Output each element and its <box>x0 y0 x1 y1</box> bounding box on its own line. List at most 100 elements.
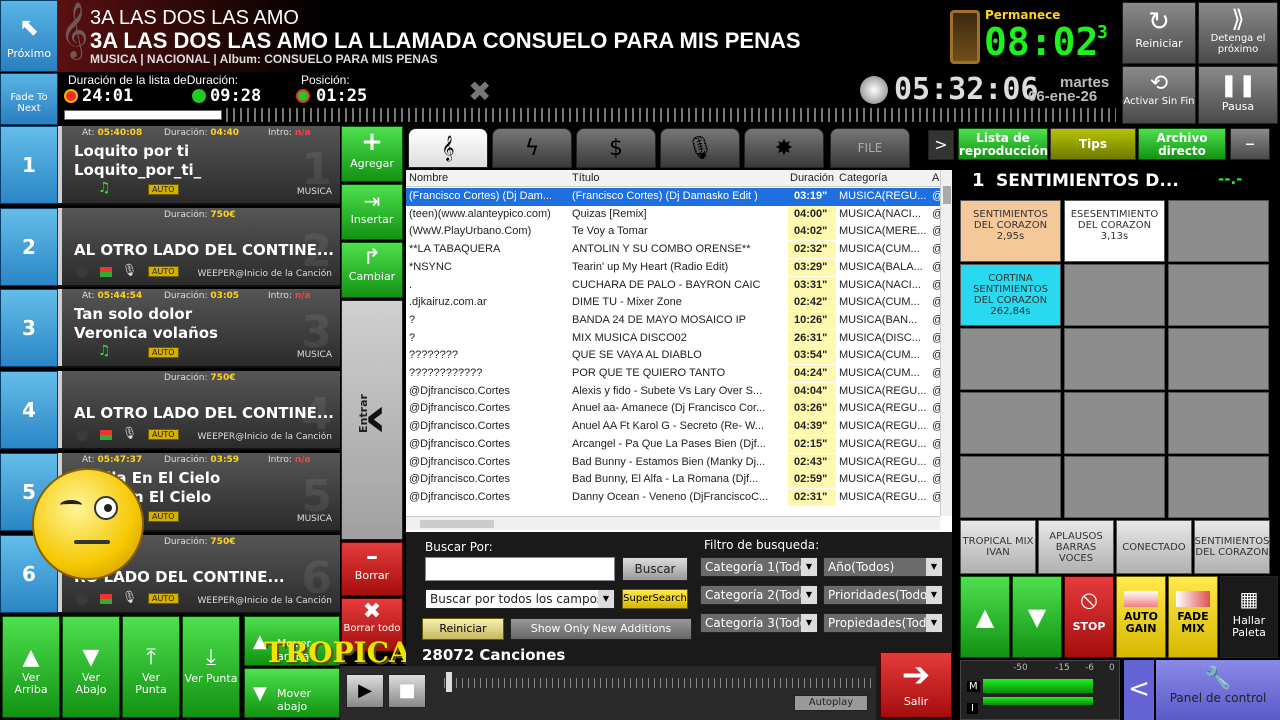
borrar-button[interactable]: – Borrar <box>341 542 403 596</box>
agregar-button[interactable]: + Agregar <box>341 126 403 182</box>
search-scope-select[interactable]: Buscar por todos los campos ▼ <box>425 589 615 609</box>
cart-category-tab[interactable]: SENTIMIENTOS DEL CORAZON <box>1194 520 1270 574</box>
col-nombre[interactable]: Nombre <box>409 172 448 184</box>
new-additions-button[interactable]: Show Only New Additions <box>510 618 692 640</box>
lista-reproduccion-button[interactable]: Lista de reproducción <box>958 128 1048 160</box>
table-row[interactable]: @Djfrancisco.Cortes Bad Bunny - Estamos B… <box>406 453 940 472</box>
cart-cell[interactable] <box>1064 264 1165 326</box>
auto-gain-button[interactable]: AUTO GAIN <box>1116 576 1166 658</box>
salir-button[interactable]: ➔ Salir <box>880 652 952 718</box>
hallar-paleta-button[interactable]: ▦ Hallar Paleta <box>1220 576 1278 658</box>
queue-number-2[interactable]: 2 <box>0 207 58 286</box>
categoria2-select[interactable]: Categoría 2(Todos) ▼ <box>700 585 818 605</box>
play-button[interactable]: ▶ <box>346 674 384 708</box>
table-row[interactable]: **LA TABAQUERA ANTOLIN Y SU COMBO ORENSE*… <box>406 241 940 259</box>
cart-category-tab[interactable]: APLAUSOS BARRAS VOCES <box>1038 520 1114 574</box>
table-row[interactable]: @Djfrancisco.Cortes Alexis y fido - Subet… <box>406 382 940 401</box>
stop-preview-button[interactable]: ■ <box>388 674 426 708</box>
stop-button[interactable]: ⦸ STOP <box>1064 576 1114 658</box>
col-categoria[interactable]: Categoría <box>839 172 887 184</box>
cart-category-tab[interactable]: TROPICAL MIX IVAN <box>960 520 1036 574</box>
tab-file[interactable]: FILE <box>830 128 910 168</box>
detenga-button[interactable]: ⟫ Detenga el próximo <box>1198 2 1278 64</box>
table-vscrollbar[interactable] <box>940 170 952 516</box>
cart-cell[interactable] <box>960 328 1061 390</box>
table-row[interactable]: ???????????? POR QUE TE QUIERO TANTO 04:24… <box>406 365 940 383</box>
supersearch-button[interactable]: SuperSearch <box>622 589 688 609</box>
preview-seek-bar[interactable] <box>444 678 872 688</box>
progress-track[interactable] <box>64 110 222 120</box>
ver-abajo-button[interactable]: ▼ Ver Abajo <box>62 616 120 718</box>
table-row[interactable]: @Djfrancisco.Cortes Anuel aa- Amanece (Dj… <box>406 400 940 418</box>
tabs-more-button[interactable]: > <box>928 130 954 160</box>
categoria3-select[interactable]: Categoría 3(Todos) ▼ <box>700 613 818 633</box>
queue-item[interactable]: 3 At: 05:44:54 Intro: n/a Duración: 03:05 Ta… <box>58 289 340 369</box>
table-row[interactable]: . CUCHARA DE PALO - BAYRON CAIC 03:31" MUSI… <box>406 276 940 295</box>
tab-voice[interactable]: 🎙 <box>660 128 740 168</box>
propiedades-select[interactable]: Propiedades(Todos) ▼ <box>823 613 943 633</box>
cart-cell[interactable]: SENTIMIENTOS DEL CORAZON 2,95s <box>960 200 1061 262</box>
minimize-button[interactable]: – <box>1230 128 1270 160</box>
search-input[interactable] <box>425 557 615 581</box>
prioridades-select[interactable]: Prioridades(Todos) ▼ <box>823 585 943 605</box>
autoplay-button[interactable]: Autoplay <box>794 695 868 711</box>
mute-icon[interactable]: ✖ <box>468 75 491 108</box>
reiniciar-search-button[interactable]: Reiniciar <box>422 618 504 640</box>
cart-cell[interactable] <box>1064 328 1165 390</box>
cart-cell[interactable]: ESESENTIMIENTO DEL CORAZON 3,13s <box>1064 200 1165 262</box>
col-duracion[interactable]: Duración <box>790 172 836 184</box>
queue-item[interactable]: 1 At: 05:40:08 Intro: n/a Duración: 04:40 Lo… <box>58 126 340 205</box>
table-hscrollbar[interactable] <box>406 516 940 530</box>
cart-cell[interactable] <box>1168 200 1269 262</box>
ver-punta-button[interactable]: ⤒ Ver Punta <box>122 616 180 718</box>
queue-number-4[interactable]: 4 <box>0 371 58 450</box>
table-row[interactable]: ? MIX MUSICA DISCO02 26:31"MUSICA(DISC... @ <box>406 329 940 348</box>
proximo-button[interactable]: ⬉ Próximo <box>0 0 58 72</box>
buscar-button[interactable]: Buscar <box>622 557 688 581</box>
tab-music[interactable]: 𝄞 <box>408 128 488 168</box>
tab-fx[interactable]: ✸ <box>744 128 824 168</box>
entrar-button[interactable]: Entrar ‹ <box>341 300 403 540</box>
cart-cell[interactable] <box>1168 392 1269 454</box>
pausa-button[interactable]: ❚❚ Pausa <box>1198 66 1278 124</box>
tab-effects[interactable]: ϟ <box>492 128 572 168</box>
table-row[interactable]: @Djfrancisco.Cortes Danny Ocean - Veneno … <box>406 488 940 507</box>
cart-cell[interactable] <box>960 392 1061 454</box>
table-row[interactable]: .djkairuz.com.ar DIME TU - Mixer Zone 02:4… <box>406 294 940 312</box>
cart-category-tab[interactable]: CONECTADO <box>1116 520 1192 574</box>
cart-cell[interactable]: CORTINA SENTIMIENTOS DEL CORAZON 262,84s <box>960 264 1061 326</box>
seek-handle[interactable] <box>446 672 452 692</box>
table-row[interactable]: ? BANDA 24 DE MAYO MOSAICO IP 10:26" MUSICA… <box>406 311 940 330</box>
table-row[interactable]: (teen)(www.alanteypico.com) Quizas [Remix… <box>406 205 940 224</box>
table-row[interactable]: (Francisco Cortes) (Dj Dam... (Francisco … <box>406 188 940 206</box>
table-row[interactable]: @Djfrancisco.Cortes Bad Bunny, El Alfa - … <box>406 471 940 489</box>
archivo-directo-button[interactable]: Archivo directo <box>1138 128 1226 160</box>
table-row[interactable]: @Djfrancisco.Cortes Arcangel - Pa Que La … <box>406 435 940 454</box>
table-row[interactable]: *NSYNC Tearin' up My Heart (Radio Edit) 03… <box>406 258 940 277</box>
reiniciar-button[interactable]: ↻ Reiniciar <box>1122 2 1196 64</box>
fade-mix-button[interactable]: FADE MIX <box>1168 576 1218 658</box>
cart-cell[interactable] <box>1064 392 1165 454</box>
tips-button[interactable]: Tips <box>1050 128 1136 160</box>
table-row[interactable]: ???????? QUE SE VAYA AL DIABLO 03:54" MUSIC… <box>406 347 940 365</box>
cart-up-button[interactable]: ▲ <box>960 576 1010 658</box>
cart-cell[interactable] <box>1168 328 1269 390</box>
col-titulo[interactable]: Título <box>572 172 600 184</box>
cart-cell[interactable] <box>1168 264 1269 326</box>
tab-ads[interactable]: $ <box>576 128 656 168</box>
ver-arriba-button[interactable]: ▲ Ver Arriba <box>2 616 60 718</box>
queue-item[interactable]: 4 Duración: 750€ AL OTRO LADO DEL CONTINE.… <box>58 371 340 451</box>
anio-select[interactable]: Año(Todos) ▼ <box>823 557 943 577</box>
activar-sin-fin-button[interactable]: ⟲ Activar Sin Fin <box>1122 66 1196 124</box>
insertar-button[interactable]: ⇥ Insertar <box>341 184 403 240</box>
queue-item[interactable]: 2 Duración: 750€ AL OTRO LADO DEL CONTINE.… <box>58 207 340 287</box>
col-a[interactable]: A <box>932 172 939 184</box>
table-row[interactable]: @Djfrancisco.Cortes Anuel AA Ft Karol G -… <box>406 418 940 436</box>
cart-cell[interactable] <box>1168 456 1269 518</box>
vscroll-thumb[interactable] <box>943 186 951 204</box>
cart-cell[interactable] <box>960 456 1061 518</box>
mover-abajo-button[interactable]: ▼ Mover abajo <box>244 668 340 718</box>
panel-control-button[interactable]: 🔧 Panel de control <box>1156 660 1280 720</box>
cart-down-button[interactable]: ▼ <box>1012 576 1062 658</box>
categoria1-select[interactable]: Categoría 1(Todos) ▼ <box>700 557 818 577</box>
